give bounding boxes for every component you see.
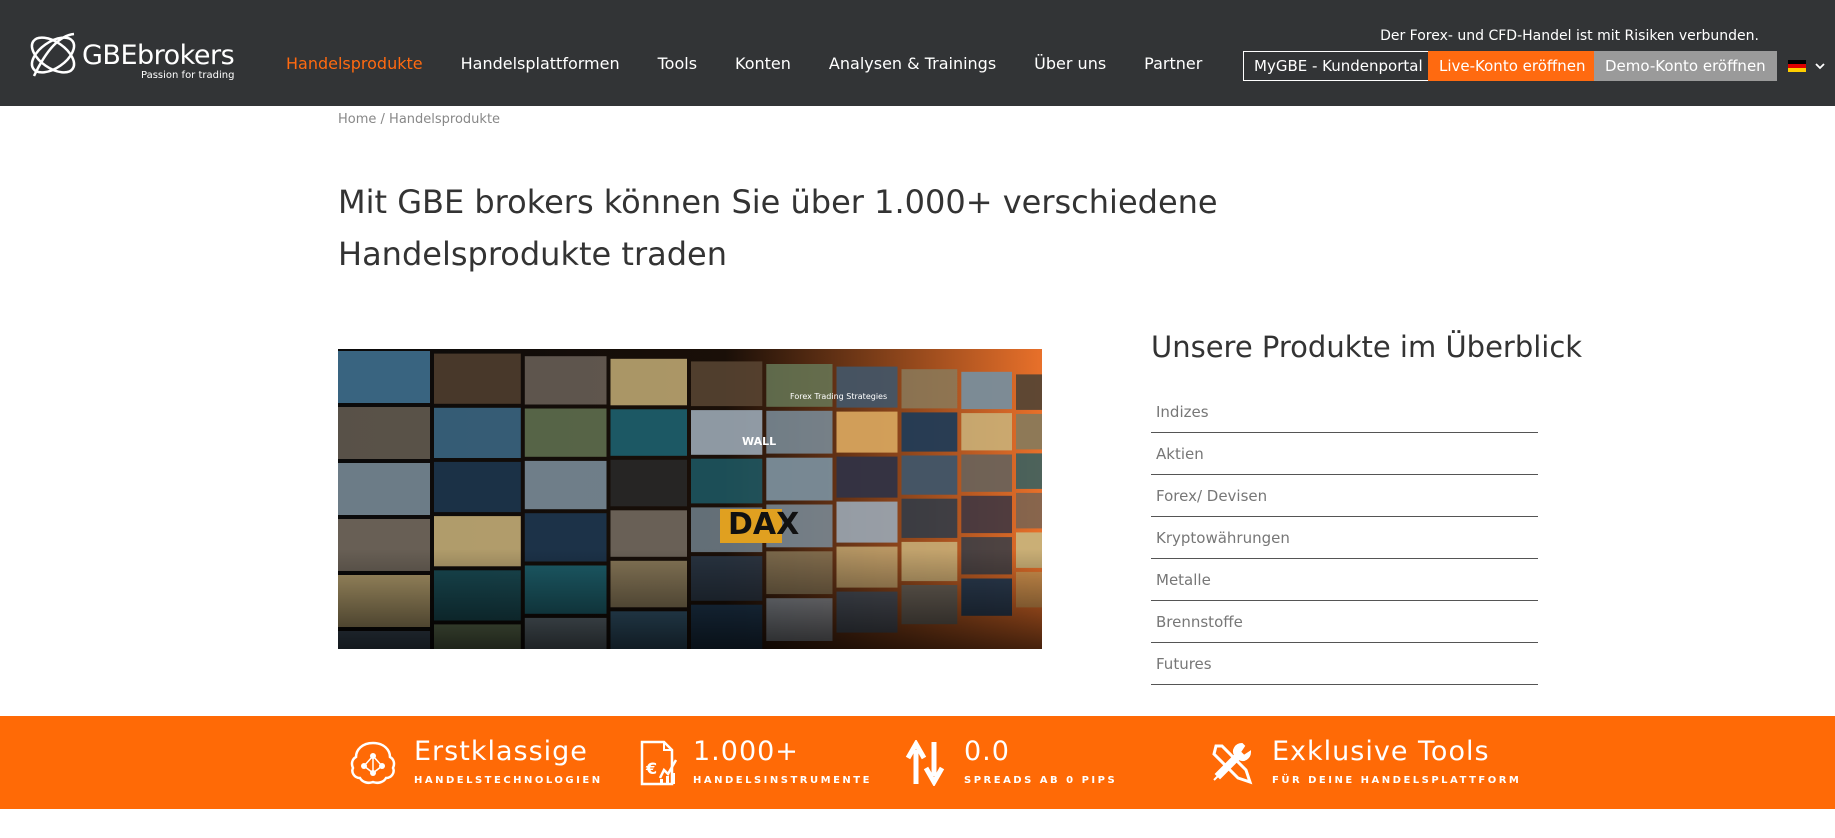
screen-tile bbox=[338, 463, 430, 515]
screen-tile bbox=[1016, 374, 1042, 410]
screen-tile bbox=[1016, 453, 1042, 489]
logo-swirl-icon bbox=[30, 32, 76, 77]
feature-small-text: FÜR DEINE HANDELSPLATTFORM bbox=[1272, 775, 1522, 786]
hero-image: DAX Forex Trading Strategies WALL bbox=[338, 349, 1042, 649]
logo-tagline: Passion for trading bbox=[141, 70, 235, 81]
feature-big-text: Exklusive Tools bbox=[1272, 736, 1490, 767]
screen-tile bbox=[1016, 413, 1042, 450]
feature-big-text: Erstklassige bbox=[414, 736, 588, 767]
screen-tile bbox=[434, 407, 521, 458]
risk-notice: Der Forex- und CFD-Handel ist mit Risike… bbox=[1380, 28, 1759, 44]
screen-tile bbox=[901, 412, 958, 452]
screen-tile bbox=[691, 410, 763, 455]
feature-small-text: HANDELSINSTRUMENTE bbox=[693, 775, 872, 786]
feature-spreads: 0.0 SPREADS AB 0 PIPS bbox=[904, 736, 1124, 790]
up-down-arrows-icon bbox=[905, 740, 945, 786]
screen-tile bbox=[836, 456, 898, 498]
german-flag-icon bbox=[1788, 60, 1806, 72]
screen-tile bbox=[1016, 492, 1042, 529]
feature-instrumente: € 1.000+ HANDELSINSTRUMENTE bbox=[636, 736, 876, 790]
forex-screen-label: Forex Trading Strategies bbox=[790, 392, 887, 401]
dax-label: DAX bbox=[728, 507, 799, 542]
screen-tile bbox=[836, 501, 898, 543]
screen-tile bbox=[901, 369, 958, 409]
product-link-brennstoffe[interactable]: Brennstoffe bbox=[1151, 601, 1538, 643]
demo-account-button[interactable]: Demo-Konto eröffnen bbox=[1594, 51, 1777, 81]
features-band: Erstklassige HANDELSTECHNOLOGIEN € 1.000… bbox=[0, 716, 1835, 809]
screen-tile bbox=[691, 361, 763, 407]
screen-tile bbox=[836, 366, 898, 408]
screen-tile bbox=[338, 351, 430, 403]
screen-tile bbox=[610, 459, 687, 507]
screen-tile bbox=[524, 460, 607, 510]
screen-tile bbox=[434, 353, 521, 404]
screen-tile bbox=[961, 454, 1012, 492]
screen-tile bbox=[961, 371, 1012, 410]
screen-tile bbox=[961, 495, 1012, 534]
euro-chart-document-icon: € bbox=[640, 740, 678, 786]
wrench-screwdriver-icon bbox=[1212, 742, 1253, 785]
kundenportal-button[interactable]: MyGBE - Kundenportal bbox=[1243, 51, 1434, 81]
breadcrumb: Home / Handelsprodukte bbox=[338, 112, 500, 127]
product-link-futures[interactable]: Futures bbox=[1151, 643, 1538, 685]
site-header: GBEbrokers Passion for trading Handelspr… bbox=[0, 0, 1835, 106]
screen-tile bbox=[901, 498, 958, 538]
screen-tile bbox=[610, 409, 687, 456]
products-title: Unsere Produkte im Überblick bbox=[1151, 330, 1583, 364]
product-link-indizes[interactable]: Indizes bbox=[1151, 391, 1538, 433]
screen-tile bbox=[766, 410, 833, 454]
svg-text:€: € bbox=[645, 759, 657, 778]
screen-tile bbox=[901, 455, 958, 495]
brain-network-icon bbox=[350, 741, 396, 785]
screen-wall-illustration: DAX Forex Trading Strategies WALL bbox=[338, 349, 1042, 649]
screen-tile bbox=[610, 358, 687, 406]
gbe-logo[interactable]: GBEbrokers Passion for trading bbox=[24, 26, 235, 86]
feature-small-text: HANDELSTECHNOLOGIEN bbox=[414, 775, 603, 786]
screen-tile bbox=[766, 457, 833, 501]
feature-technologie: Erstklassige HANDELSTECHNOLOGIEN bbox=[348, 736, 608, 790]
live-account-button[interactable]: Live-Konto eröffnen bbox=[1428, 51, 1597, 81]
page-title: Mit GBE brokers können Sie über 1.000+ v… bbox=[338, 183, 1218, 273]
screen-tile bbox=[524, 408, 607, 457]
logo-wordmark: GBEbrokers bbox=[82, 40, 235, 71]
language-selector[interactable] bbox=[1788, 60, 1832, 74]
product-link-forex[interactable]: Forex/ Devisen bbox=[1151, 475, 1538, 517]
nav-item-handelsprodukte[interactable]: Handelsprodukte bbox=[286, 54, 423, 73]
breadcrumb-current: Handelsprodukte bbox=[389, 112, 501, 127]
breadcrumb-separator: / bbox=[376, 112, 390, 127]
main-nav: Handelsprodukte Handelsplattformen Tools… bbox=[286, 54, 1240, 73]
screen-tile bbox=[524, 356, 607, 405]
feature-big-text: 1.000+ bbox=[693, 736, 799, 767]
nav-item-konten[interactable]: Konten bbox=[735, 54, 791, 73]
product-link-metalle[interactable]: Metalle bbox=[1151, 559, 1538, 601]
screen-tile bbox=[338, 407, 430, 459]
wall-street-label: WALL bbox=[742, 435, 776, 448]
nav-item-tools[interactable]: Tools bbox=[658, 54, 697, 73]
screen-tile bbox=[961, 413, 1012, 451]
feature-small-text: SPREADS AB 0 PIPS bbox=[964, 775, 1118, 786]
screen-tile bbox=[434, 461, 521, 513]
feature-tools: Exklusive Tools FÜR DEINE HANDELSPLATTFO… bbox=[1208, 736, 1528, 790]
products-list: Indizes Aktien Forex/ Devisen Kryptowähr… bbox=[1151, 391, 1538, 685]
breadcrumb-home[interactable]: Home bbox=[338, 112, 376, 127]
screen-tile bbox=[836, 411, 898, 453]
screen-tile bbox=[691, 458, 763, 504]
nav-item-handelsplattformen[interactable]: Handelsplattformen bbox=[461, 54, 620, 73]
chevron-down-icon bbox=[1815, 63, 1825, 70]
nav-item-ueber-uns[interactable]: Über uns bbox=[1034, 54, 1106, 73]
nav-item-partner[interactable]: Partner bbox=[1144, 54, 1202, 73]
product-link-krypto[interactable]: Kryptowährungen bbox=[1151, 517, 1538, 559]
product-link-aktien[interactable]: Aktien bbox=[1151, 433, 1538, 475]
feature-big-text: 0.0 bbox=[964, 736, 1010, 767]
nav-item-analysen-trainings[interactable]: Analysen & Trainings bbox=[829, 54, 996, 73]
